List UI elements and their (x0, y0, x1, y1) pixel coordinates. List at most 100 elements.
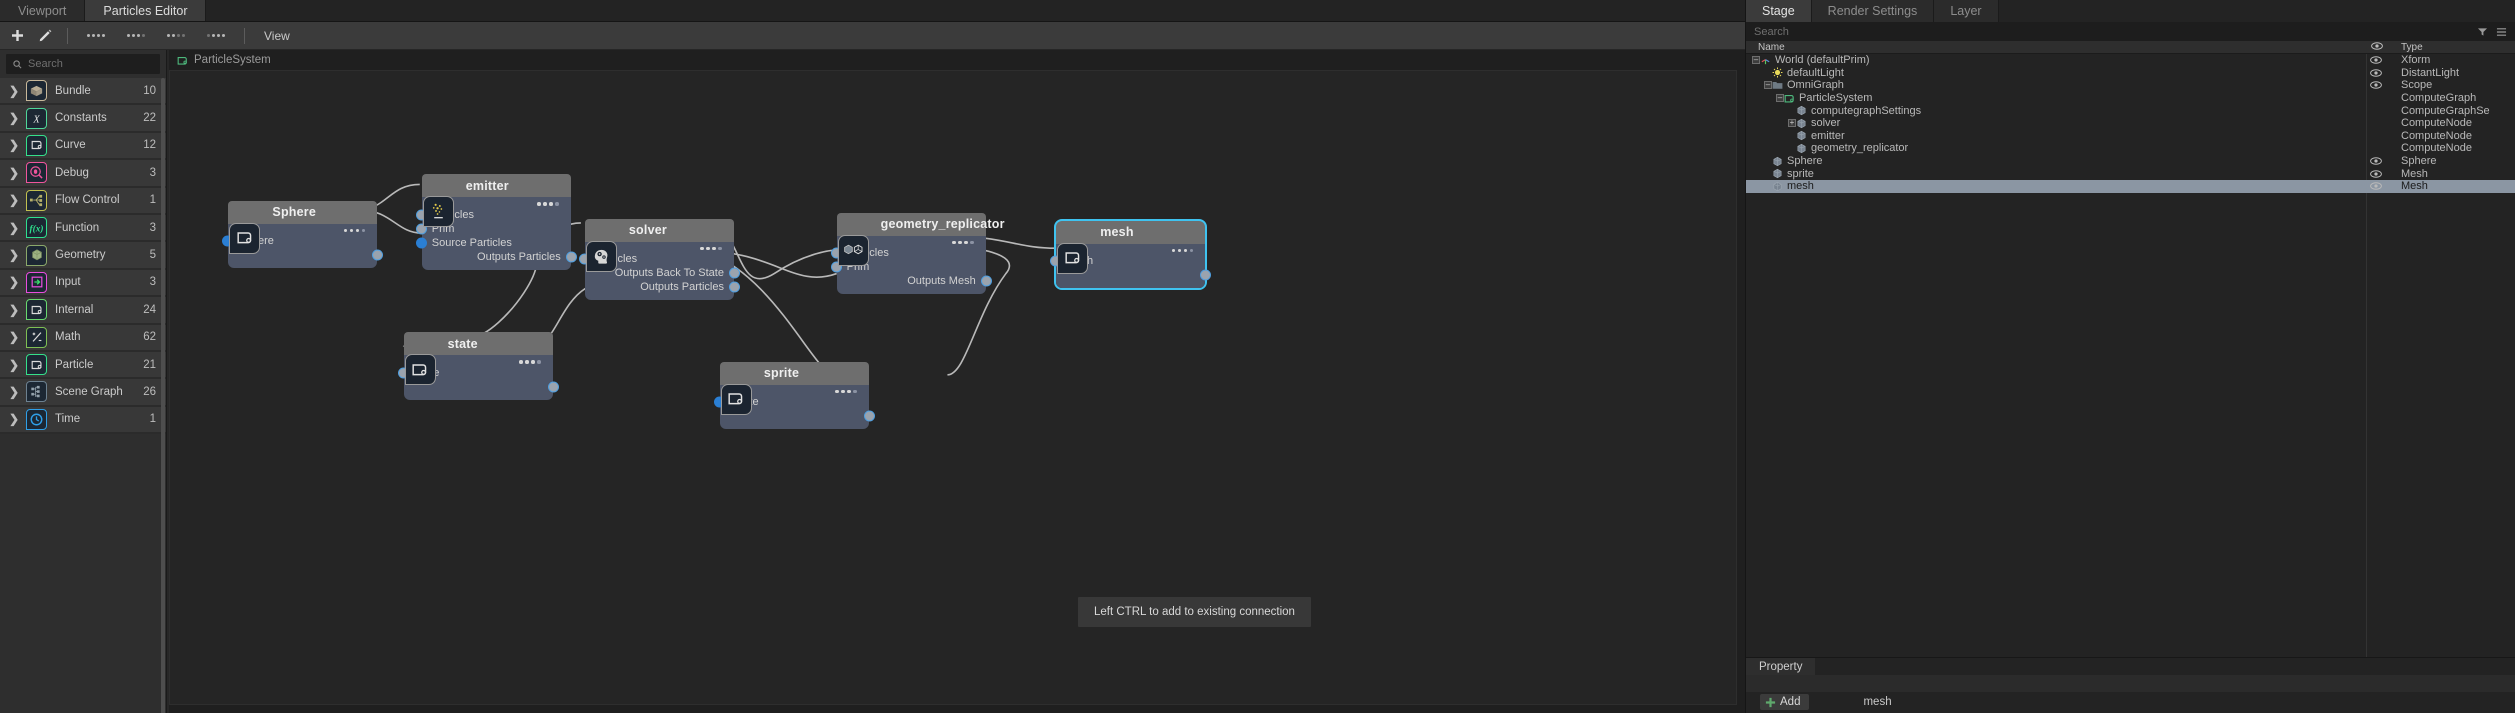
node-header[interactable]: state (403, 332, 553, 356)
chevron-right-icon[interactable]: ❯ (9, 303, 19, 317)
library-item-flow-control[interactable]: ❯ Flow Control 1 (0, 187, 166, 215)
stage-tree-row[interactable]: + solver ComputeNode (1746, 117, 2515, 130)
stage-tree-row[interactable]: emitter ComputeNode (1746, 130, 2515, 143)
pencil-icon[interactable] (36, 27, 54, 45)
chevron-right-icon[interactable]: ❯ (9, 221, 19, 235)
chevron-right-icon[interactable]: ❯ (9, 84, 19, 98)
tab-property[interactable]: Property (1746, 658, 1816, 675)
stage-tree-row[interactable]: computegraphSettings ComputeGraphSe (1746, 104, 2515, 117)
stage-tree-row[interactable]: Sphere Sphere (1746, 155, 2515, 168)
library-item-curve[interactable]: ❯ Curve 12 (0, 132, 166, 161)
output-port-dot[interactable] (980, 275, 992, 287)
library-item-bundle[interactable]: ❯ Bundle 10 (0, 78, 166, 106)
add-property-button[interactable]: Add (1760, 694, 1810, 710)
node-header[interactable]: mesh (1056, 220, 1206, 244)
graph-node-state[interactable]: state State (397, 332, 559, 400)
align-icon-3[interactable] (161, 34, 191, 37)
node-header[interactable]: geometry_replicator (836, 212, 1004, 236)
tab-layer[interactable]: Layer (1934, 0, 1999, 22)
chevron-right-icon[interactable]: ❯ (9, 385, 19, 399)
visibility-toggle[interactable] (2370, 157, 2383, 165)
node-header[interactable]: emitter (421, 174, 571, 198)
stage-search-input[interactable]: Search (1746, 22, 2515, 41)
prim-cube (1796, 143, 1807, 154)
visibility-toggle[interactable] (2370, 81, 2383, 90)
input-port-row[interactable]: Source Particles (415, 236, 571, 250)
node-header[interactable]: solver (584, 218, 734, 242)
chevron-right-icon[interactable]: ❯ (9, 358, 19, 372)
stage-tree-row[interactable]: defaultLight DistantLight (1746, 67, 2515, 80)
stage-tree-row[interactable]: sprite Mesh (1746, 167, 2515, 180)
library-item-count: 3 (149, 221, 156, 234)
graph-node-sprite[interactable]: sprite Sprite (713, 361, 875, 430)
expand-toggle[interactable]: + (1788, 119, 1796, 128)
library-item-geometry[interactable]: ❯ Geometry 5 (0, 242, 166, 270)
output-port-dot[interactable] (547, 381, 559, 393)
tab-stage[interactable]: Stage (1746, 0, 1812, 22)
library-item-math[interactable]: ❯ Math 62 (0, 324, 166, 352)
plus-icon[interactable] (8, 27, 26, 45)
output-port-row[interactable]: Outputs Mesh (837, 274, 992, 288)
node-header[interactable]: sprite (719, 361, 869, 385)
input-port-dot[interactable] (415, 237, 427, 249)
chevron-right-icon[interactable]: ❯ (9, 248, 19, 262)
library-item-particle[interactable]: ❯ Particle 21 (0, 351, 166, 380)
align-icon-4[interactable] (201, 34, 231, 37)
library-item-time[interactable]: ❯ Time 1 (0, 406, 166, 435)
graph-node-mesh[interactable]: mesh Mesh (1050, 218, 1212, 291)
graph-node-emitter[interactable]: emitter ParticlesPrimSource ParticlesOutp… (415, 174, 577, 270)
library-item-constants[interactable]: ❯ X Constants 22 (0, 105, 166, 133)
filter-icon[interactable] (2477, 27, 2488, 37)
output-port-dot[interactable] (565, 251, 577, 263)
library-item-input[interactable]: ❯ Input 3 (0, 269, 166, 298)
chevron-right-icon[interactable]: ❯ (9, 412, 19, 426)
output-port-dot[interactable] (863, 410, 875, 422)
chevron-right-icon[interactable]: ❯ (9, 330, 19, 344)
prim-cube (1796, 118, 1807, 129)
node-header[interactable]: Sphere (228, 200, 378, 224)
tab-particles-editor[interactable]: Particles Editor (85, 0, 207, 21)
library-item-scene-graph[interactable]: ❯ Scene Graph 26 (0, 379, 166, 407)
tab-viewport[interactable]: Viewport (0, 0, 86, 21)
chevron-right-icon[interactable]: ❯ (9, 166, 19, 180)
output-port-dot[interactable] (372, 249, 384, 261)
library-item-function[interactable]: ❯ f(x) Function 3 (0, 214, 166, 243)
stage-tree-row[interactable]: – OmniGraph Scope (1746, 79, 2515, 92)
node-library-sidebar: Search ❯ Bundle 10 ❯ X Constants 22 ❯ Curve 12 ❯ De… (0, 50, 167, 713)
collapse-toggle[interactable]: – (1752, 56, 1760, 65)
library-item-internal[interactable]: ❯ Internal 24 (0, 297, 166, 325)
chevron-right-icon[interactable]: ❯ (9, 138, 19, 152)
visibility-toggle[interactable] (2370, 56, 2383, 65)
graph-node-solver[interactable]: solver ParticlesOutputs Back To StateOutp… (578, 218, 740, 301)
options-menu-icon[interactable] (2496, 27, 2507, 37)
library-scrollbar[interactable] (161, 78, 165, 713)
visibility-toggle[interactable] (2370, 169, 2383, 178)
output-port-dot[interactable] (728, 281, 740, 293)
output-port-dot[interactable] (1200, 269, 1212, 281)
tab-render-settings[interactable]: Render Settings (1811, 0, 1935, 22)
chevron-right-icon[interactable]: ❯ (9, 193, 19, 207)
output-port-dot[interactable] (728, 267, 740, 279)
stage-tree-row[interactable]: mesh Mesh (1746, 179, 2515, 193)
graph-canvas[interactable]: Sphere Sphere emitter ParticlesPrimSource P… (169, 70, 1737, 705)
breadcrumb-label[interactable]: ParticleSystem (194, 54, 271, 66)
chevron-right-icon[interactable]: ❯ (9, 111, 19, 125)
collapse-toggle[interactable]: – (1764, 81, 1772, 90)
stage-tree-row[interactable]: geometry_replicator ComputeNode (1746, 142, 2515, 155)
visibility-toggle[interactable] (2370, 69, 2383, 77)
library-item-debug[interactable]: ❯ Debug 3 (0, 160, 166, 188)
output-port-row[interactable]: Outputs Particles (422, 250, 577, 264)
library-search-input[interactable]: Search (6, 54, 160, 74)
collapse-toggle[interactable]: – (1776, 94, 1784, 103)
stage-tab-bar: Stage Render Settings Layer (1746, 0, 2515, 22)
align-icon-2[interactable] (121, 34, 151, 37)
visibility-toggle[interactable] (2370, 182, 2383, 190)
output-port-row[interactable]: Outputs Particles (585, 280, 740, 294)
align-icon-1[interactable] (81, 34, 111, 37)
view-menu[interactable]: View (264, 29, 290, 43)
stage-tree-row[interactable]: – ParticleSystem ComputeGraph (1746, 92, 2515, 105)
graph-node-geometry_replicator[interactable]: geometry_replicator ParticlesPrimOutputs … (830, 212, 1004, 295)
stage-tree-row[interactable]: – World (defaultPrim) Xform (1746, 54, 2515, 67)
chevron-right-icon[interactable]: ❯ (9, 275, 19, 289)
graph-node-sphere[interactable]: Sphere Sphere (222, 200, 384, 269)
